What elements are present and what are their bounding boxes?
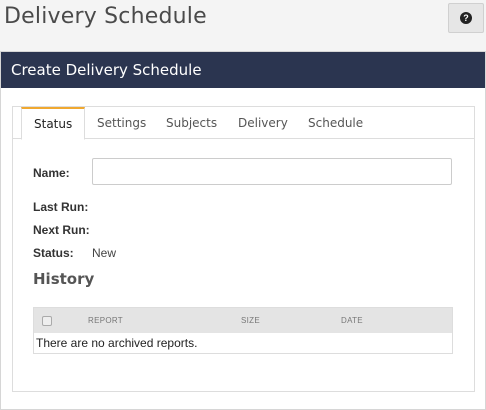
history-title: History [33,270,95,288]
help-button[interactable]: ? [448,3,484,33]
name-label: Name: [33,166,70,180]
status-label: Status: [33,246,74,260]
column-date[interactable]: DATE [341,308,363,333]
status-value: New [92,246,117,260]
last-run-label: Last Run: [33,200,89,214]
tab-schedule[interactable]: Schedule [296,107,375,139]
panel-header: Create Delivery Schedule [1,52,485,88]
table-header: REPORT SIZE DATE [34,308,452,333]
panel-title: Create Delivery Schedule [11,61,202,79]
column-size[interactable]: SIZE [241,308,260,333]
tab-delivery[interactable]: Delivery [226,107,300,139]
select-all-checkbox[interactable] [42,316,52,326]
history-table: REPORT SIZE DATE There are no archived r… [33,307,453,354]
page-title: Delivery Schedule [4,4,207,29]
column-report[interactable]: REPORT [88,308,123,333]
tab-bar: Status Settings Subjects Delivery Schedu… [13,107,474,140]
question-circle-icon: ? [460,12,472,24]
next-run-label: Next Run: [33,223,90,237]
tab-status[interactable]: Status [21,107,86,140]
name-input[interactable] [92,158,452,185]
tab-settings[interactable]: Settings [85,107,158,139]
empty-table-message: There are no archived reports. [36,336,198,350]
tab-subjects[interactable]: Subjects [154,107,229,139]
